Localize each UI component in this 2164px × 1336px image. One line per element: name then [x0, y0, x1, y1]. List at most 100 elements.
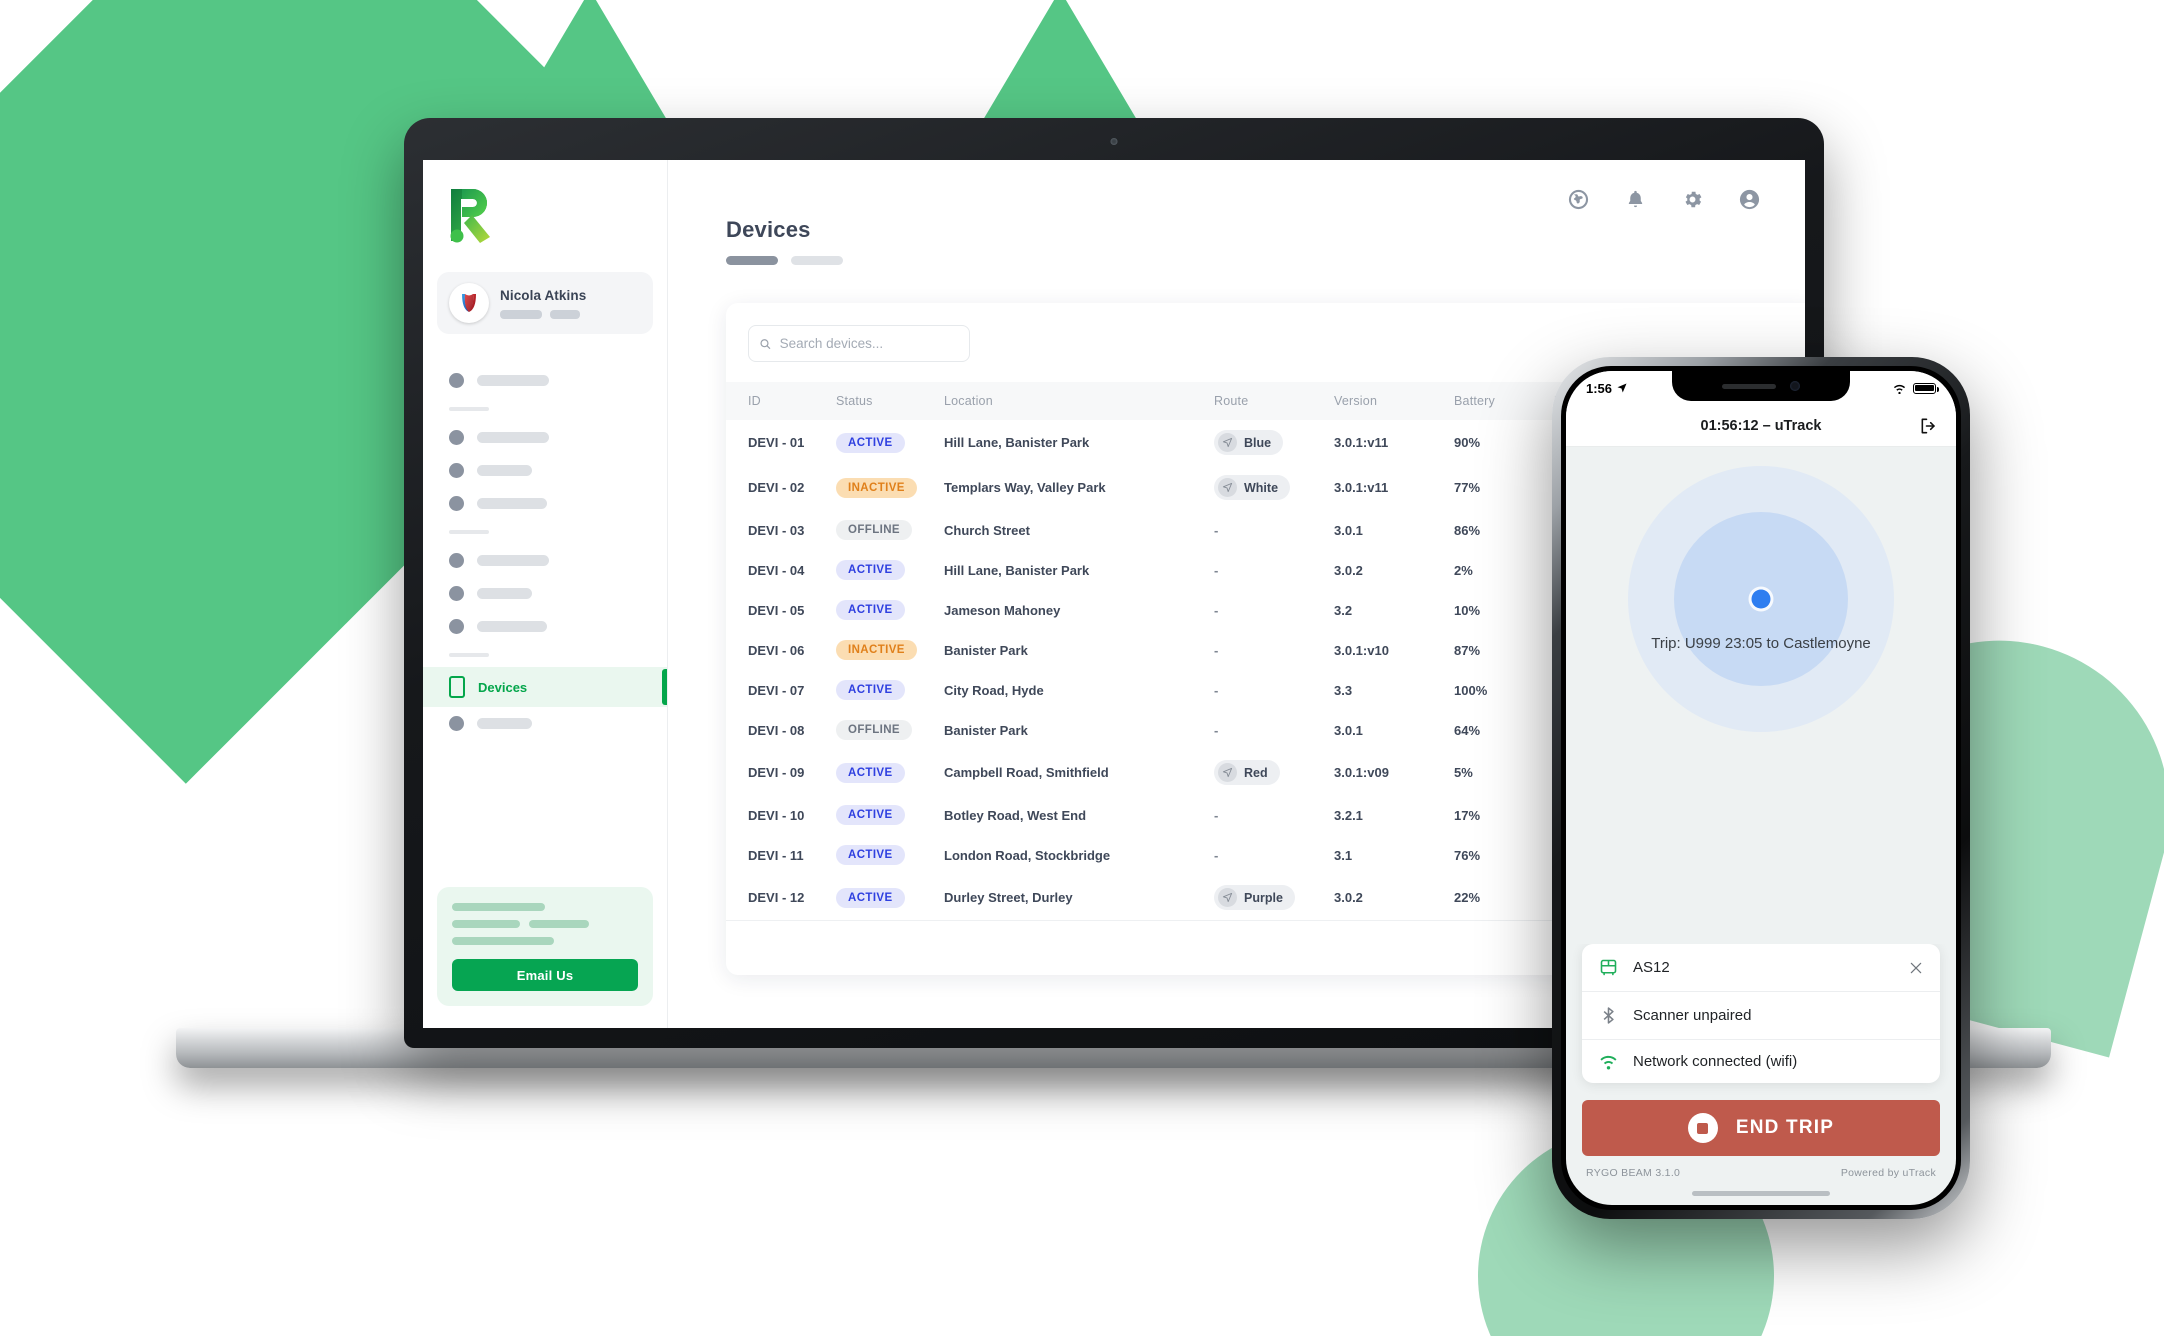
- column-header-route[interactable]: Route: [1214, 382, 1334, 420]
- sidebar-item-label: [477, 375, 549, 386]
- cell-version: 3.0.1: [1334, 522, 1363, 538]
- footer-version: RYGO BEAM 3.1.0: [1586, 1167, 1681, 1179]
- phone-frame: 1:56 01:56:12 – uTrack Trip: U999 23:05 …: [1552, 357, 1970, 1219]
- cell-version: 3.2.1: [1334, 807, 1363, 823]
- wifi-icon: [1600, 1055, 1617, 1070]
- scanner-label: Scanner unpaired: [1633, 1007, 1752, 1024]
- sidebar-item-label: [477, 498, 547, 509]
- user-avatar-icon: [462, 294, 476, 312]
- route-chip[interactable]: Blue: [1214, 430, 1284, 455]
- navigation-arrow-icon: [1218, 888, 1237, 907]
- app-bar-title: 01:56:12 – uTrack: [1700, 417, 1822, 434]
- cell-battery: 100%: [1454, 682, 1488, 698]
- sidebar-item-label: [477, 718, 532, 729]
- top-toolbar: [668, 160, 1805, 211]
- search-box[interactable]: [748, 325, 970, 362]
- status-row-scanner[interactable]: Scanner unpaired: [1582, 991, 1940, 1039]
- close-icon[interactable]: [1908, 960, 1924, 976]
- earpiece-speaker-icon: [1722, 383, 1776, 389]
- current-location-dot: [1751, 589, 1771, 609]
- home-indicator[interactable]: [1692, 1191, 1830, 1196]
- cell-version: 3.0.1: [1334, 722, 1363, 738]
- placeholder-bar: [529, 920, 589, 928]
- cell-version: 3.0.1:v09: [1334, 765, 1389, 780]
- cell-id: DEVI - 02: [748, 480, 805, 495]
- route-chip[interactable]: Red: [1214, 760, 1280, 785]
- breadcrumb-item-active[interactable]: [726, 256, 778, 265]
- sidebar-item-2[interactable]: [423, 421, 667, 454]
- sidebar-item-devices[interactable]: Devices: [423, 667, 667, 707]
- sidebar: Nicola Atkins Devices Email Us: [423, 160, 668, 1028]
- globe-icon[interactable]: [1567, 188, 1590, 211]
- breadcrumb-item[interactable]: [791, 256, 843, 265]
- cell-location: Templars Way, Valley Park: [944, 480, 1106, 495]
- sidebar-nav: Devices: [423, 364, 667, 873]
- sidebar-item-3[interactable]: [423, 454, 667, 487]
- logout-icon[interactable]: [1919, 416, 1939, 436]
- cell-battery: 17%: [1454, 807, 1481, 823]
- phone-bezel: 1:56 01:56:12 – uTrack Trip: U999 23:05 …: [1561, 366, 1961, 1210]
- placeholder-bar: [452, 937, 554, 945]
- cell-battery: 90%: [1454, 435, 1481, 450]
- search-input[interactable]: [779, 336, 959, 351]
- column-header-status[interactable]: Status: [836, 382, 944, 420]
- cell-location: Durley Street, Durley: [944, 890, 1073, 905]
- page-title: Devices: [726, 217, 811, 242]
- mobile-device-icon: [449, 676, 465, 698]
- phone-mockup: 1:56 01:56:12 – uTrack Trip: U999 23:05 …: [1552, 357, 1970, 1219]
- status-row-vehicle[interactable]: AS12: [1582, 944, 1940, 991]
- status-time: 1:56: [1586, 380, 1613, 396]
- avatar: [449, 283, 489, 323]
- cell-route: -: [1214, 630, 1334, 670]
- route-label: Red: [1244, 765, 1268, 780]
- placeholder-bar: [452, 920, 520, 928]
- cell-status: ACTIVE: [836, 670, 944, 710]
- route-chip[interactable]: Purple: [1214, 885, 1295, 910]
- cell-battery: 64%: [1454, 722, 1481, 738]
- sidebar-item-1[interactable]: [423, 364, 667, 397]
- cell-location: Botley Road, West End: [944, 807, 1087, 823]
- account-circle-icon[interactable]: [1738, 188, 1761, 211]
- gear-icon[interactable]: [1681, 188, 1704, 211]
- cell-battery: 77%: [1454, 480, 1481, 495]
- cell-id: DEVI - 04: [748, 562, 805, 578]
- user-profile-card[interactable]: Nicola Atkins: [437, 272, 653, 334]
- sidebar-item-7[interactable]: [423, 610, 667, 643]
- column-header-version[interactable]: Version: [1334, 382, 1454, 420]
- cell-battery: 76%: [1454, 847, 1481, 863]
- cell-route: Purple: [1214, 875, 1334, 920]
- sidebar-item-9[interactable]: [423, 707, 667, 740]
- sidebar-item-6[interactable]: [423, 577, 667, 610]
- column-header-battery[interactable]: Battery: [1454, 382, 1554, 420]
- cell-location: Banister Park: [944, 642, 1028, 658]
- webcam-icon: [1110, 138, 1118, 145]
- cell-status: ACTIVE: [836, 750, 944, 795]
- nav-dot-icon: [449, 586, 464, 601]
- brand-logo-icon: [450, 189, 490, 243]
- column-header-location[interactable]: Location: [944, 382, 1214, 420]
- cell-version: 3.1: [1334, 847, 1353, 863]
- email-us-button[interactable]: Email Us: [452, 959, 638, 991]
- route-chip[interactable]: White: [1214, 475, 1291, 500]
- bell-icon[interactable]: [1624, 188, 1647, 211]
- cell-location: Hill Lane, Banister Park: [944, 435, 1090, 450]
- cell-battery: 87%: [1454, 642, 1481, 658]
- cell-route: -: [1214, 670, 1334, 710]
- phone-map-area[interactable]: Trip: U999 23:05 to Castlemoyne: [1566, 447, 1956, 944]
- cell-id: DEVI - 12: [748, 890, 805, 905]
- nav-dot-icon: [449, 463, 464, 478]
- bus-icon: [1600, 959, 1617, 976]
- route-empty: -: [1214, 847, 1219, 863]
- status-row-network[interactable]: Network connected (wifi): [1582, 1039, 1940, 1083]
- end-trip-button[interactable]: END TRIP: [1582, 1100, 1940, 1156]
- battery-full-icon: [1913, 382, 1939, 394]
- sidebar-item-4[interactable]: [423, 487, 667, 520]
- phone-notch: [1672, 371, 1850, 401]
- navigation-arrow-icon: [1218, 763, 1237, 782]
- column-header-id[interactable]: ID: [726, 382, 836, 420]
- breadcrumb: [726, 256, 1805, 265]
- status-badge: ACTIVE: [836, 805, 905, 825]
- cell-route: -: [1214, 590, 1334, 630]
- sidebar-item-5[interactable]: [423, 544, 667, 577]
- status-time-group: 1:56: [1586, 381, 1628, 396]
